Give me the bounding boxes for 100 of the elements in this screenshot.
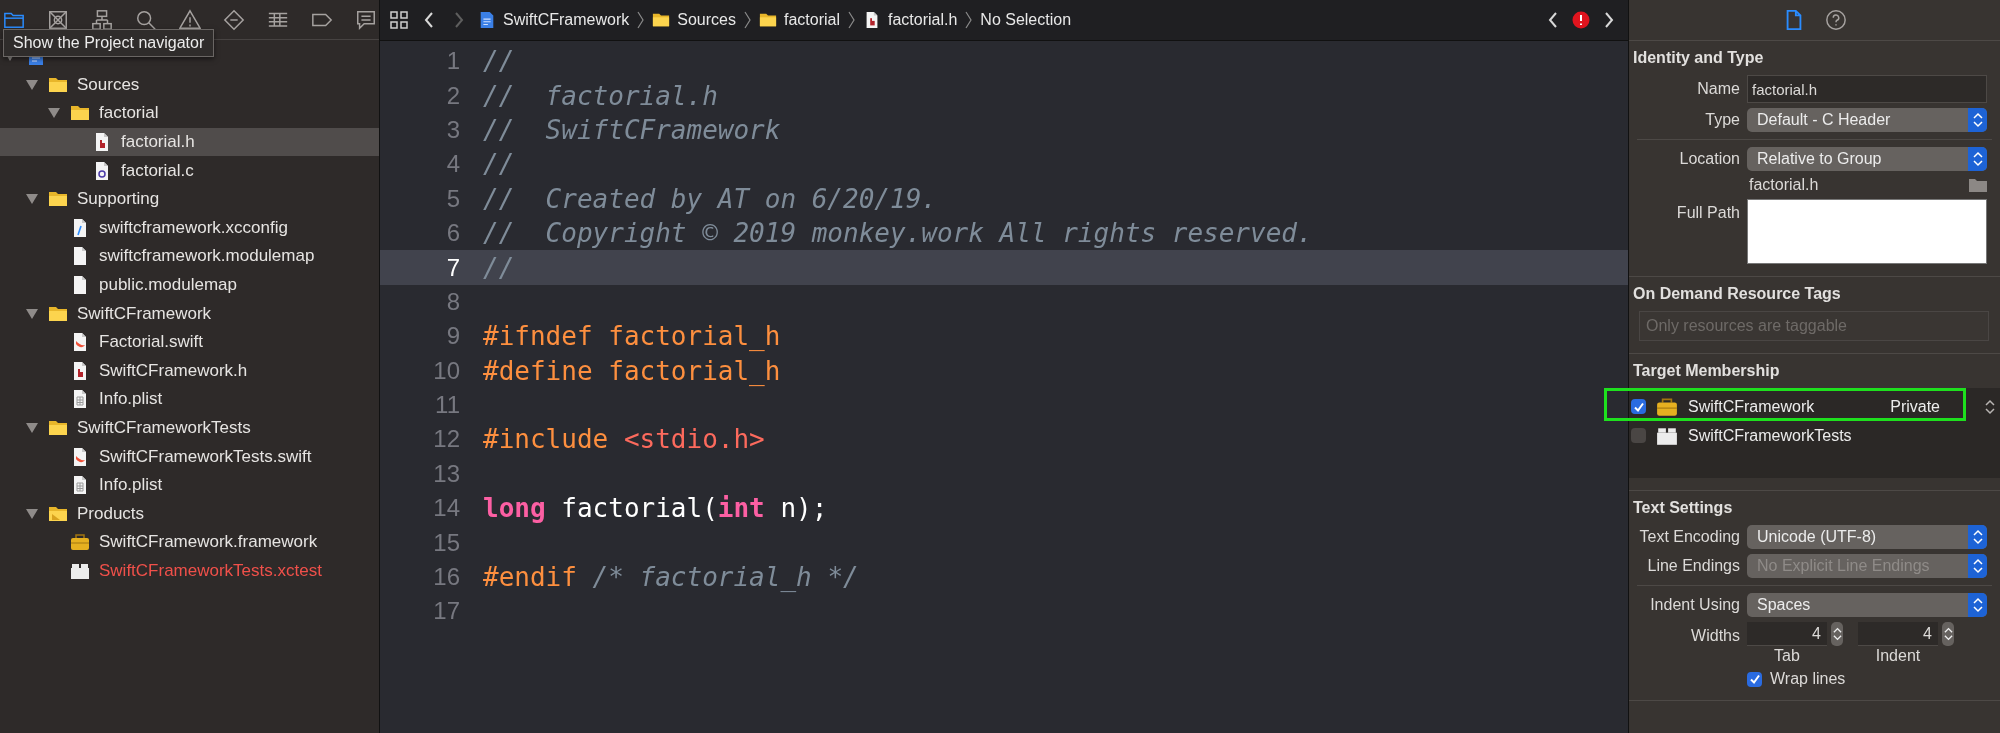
navigator-item[interactable]: SwiftCFramework.framework: [0, 528, 379, 557]
separator-icon: [637, 11, 645, 29]
folder-icon: [1969, 178, 1987, 192]
code-line: long factorial(int n);: [483, 492, 828, 526]
navigator-item[interactable]: public.modulemap: [0, 270, 379, 300]
chevron-left-icon: [424, 12, 434, 28]
chevron-right-icon: [454, 12, 464, 28]
line-number: 5: [445, 184, 460, 213]
navigator-item[interactable]: swiftcframework.xcconfig: [0, 213, 379, 243]
navigator-item[interactable]: SwiftCFrameworkTests.xctest: [0, 556, 379, 586]
field-label: Widths: [1690, 626, 1740, 645]
navigator-tab[interactable]: [222, 7, 246, 32]
grid-icon: [389, 10, 409, 30]
line-number: 11: [434, 391, 460, 420]
field-label: Type: [1704, 111, 1740, 129]
checkmark-icon: [1748, 673, 1761, 685]
code-line: #endif /* factorial_h */: [483, 561, 859, 595]
stepper-icon: [1943, 626, 1953, 642]
stepper-icon: [1985, 398, 1995, 415]
field-label: Full Path: [1675, 203, 1740, 222]
checkbox[interactable]: [1631, 399, 1646, 414]
stepper-button[interactable]: [1942, 622, 1954, 646]
navigator-tab[interactable]: [90, 7, 114, 32]
number-field[interactable]: 4: [1747, 622, 1827, 646]
stepper-icon: [1832, 626, 1842, 642]
popup-button[interactable]: Relative to Group: [1747, 147, 1987, 171]
breadcrumb[interactable]: SwiftCFramework: [478, 11, 630, 29]
text-field[interactable]: factorial.h: [1747, 75, 1987, 103]
line-number: 1: [445, 47, 460, 76]
path-text: factorial.h: [1748, 176, 1819, 194]
target-name: SwiftCFramework: [1688, 397, 1815, 416]
stepper-button[interactable]: [1831, 622, 1843, 646]
line-number: 13: [432, 459, 460, 488]
code-line: // SwiftCFramework: [483, 113, 781, 147]
popup-button[interactable]: Default - C Header: [1747, 108, 1987, 132]
navigator-tab[interactable]: [178, 7, 202, 32]
comment-icon: [355, 8, 377, 31]
separator-icon: [965, 11, 973, 29]
warning-icon: [179, 8, 201, 31]
diamond-icon: [223, 8, 245, 31]
navigator-item[interactable]: Sources: [0, 70, 379, 100]
code-line: //: [483, 148, 515, 182]
breadcrumb[interactable]: factorial: [758, 11, 840, 29]
section-title: Target Membership: [1632, 362, 1781, 380]
number-field[interactable]: 4: [1858, 622, 1938, 646]
stepper-icon: [1972, 558, 1983, 574]
line-number: 7: [445, 253, 460, 282]
breadcrumb[interactable]: factorial.h: [862, 11, 958, 29]
navigator-item[interactable]: Info.plist: [0, 470, 379, 500]
stepper-icon: [1972, 112, 1983, 128]
navigator-item[interactable]: SwiftCFramework: [0, 299, 379, 328]
line-number: 3: [445, 115, 460, 144]
code-line: #define factorial_h: [483, 354, 781, 388]
line-number: 16: [432, 563, 460, 592]
line-number: 15: [432, 528, 460, 557]
line-number: 10: [432, 356, 460, 385]
navigator-item[interactable]: SwiftCFrameworkTests.swift: [0, 442, 379, 471]
line-number: 17: [432, 597, 460, 626]
navigator-item[interactable]: SwiftCFramework.h: [0, 356, 379, 386]
checkbox[interactable]: [1631, 428, 1646, 443]
checkbox-label[interactable]: Wrap lines: [1770, 670, 1846, 688]
navigator-item[interactable]: Factorial.swift: [0, 327, 379, 357]
target-name: SwiftCFrameworkTests: [1688, 426, 1852, 445]
breadcrumb[interactable]: Sources: [652, 11, 736, 29]
line-number: 12: [432, 425, 460, 454]
field-caption: Tab: [1774, 646, 1800, 665]
checkbox[interactable]: [1747, 671, 1762, 687]
navigator-item[interactable]: Products: [0, 499, 379, 529]
breadcrumb[interactable]: No Selection: [980, 11, 1072, 29]
field-label: Indent Using: [1649, 596, 1740, 614]
navigator-item[interactable]: SwiftCFrameworkTests: [0, 413, 379, 443]
chevron-right-icon: [1604, 12, 1614, 28]
toolbox-icon: [1656, 395, 1678, 418]
stepper-icon: [1972, 151, 1983, 167]
popup-button[interactable]: Spaces: [1747, 593, 1987, 617]
section-title: Identity and Type: [1632, 49, 1765, 67]
navigator-item[interactable]: swiftcframework.modulemap: [0, 242, 379, 271]
visibility-popup[interactable]: Private: [1890, 397, 1995, 416]
error-icon: [1572, 11, 1590, 29]
line-number: 9: [445, 322, 460, 351]
search-icon: [135, 8, 157, 31]
navigator-item[interactable]: factorial.c: [0, 156, 379, 185]
line-number: 14: [432, 494, 460, 523]
navigator-item[interactable]: Info.plist: [0, 385, 379, 414]
section-title: On Demand Resource Tags: [1632, 285, 1842, 303]
folder-icon: [652, 11, 671, 29]
code-line: #include <stdio.h>: [483, 423, 765, 457]
navigator-item[interactable]: factorial.h: [0, 127, 379, 157]
line-number: 4: [445, 150, 460, 179]
folder-icon: [758, 11, 777, 29]
path-field[interactable]: [1747, 199, 1987, 264]
checkmark-icon: [1632, 400, 1645, 413]
code-line: // factorial.h: [483, 79, 718, 113]
navigator-item[interactable]: Supporting: [0, 184, 379, 214]
line-number: 2: [445, 81, 460, 110]
navigator-item[interactable]: factorial: [0, 99, 379, 128]
project-file-icon: [478, 11, 496, 29]
separator-icon: [847, 11, 855, 29]
popup-button[interactable]: Unicode (UTF-8): [1747, 525, 1987, 549]
inspector-tab[interactable]: [1823, 8, 1848, 32]
